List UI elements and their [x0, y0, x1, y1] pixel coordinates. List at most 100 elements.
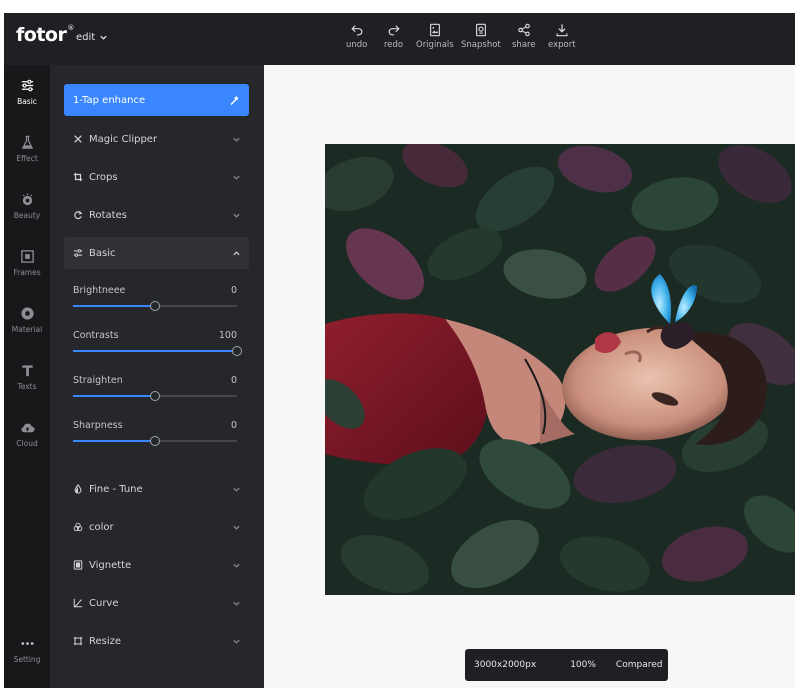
- rail-label-effect: Effect: [16, 154, 38, 163]
- slider-value: 0: [230, 420, 237, 431]
- section-color[interactable]: color: [64, 511, 249, 543]
- section-label: Resize: [89, 635, 122, 647]
- resize-icon: [73, 636, 83, 646]
- fotor-logo[interactable]: fotor®: [16, 24, 74, 46]
- section-label: Basic: [89, 247, 116, 259]
- section-fine-tune[interactable]: Fine - Tune: [64, 473, 249, 505]
- slider-track[interactable]: [73, 346, 242, 356]
- chevron-down-icon: [233, 175, 240, 180]
- material-icon: [20, 307, 34, 320]
- brightness-slider: Brightneee 0: [73, 285, 237, 313]
- vignette-icon: [73, 560, 83, 570]
- compare-button[interactable]: Compared: [616, 660, 663, 670]
- slider-knob[interactable]: [232, 346, 242, 356]
- chevron-down-icon: [233, 525, 240, 530]
- rail-item-setting[interactable]: Setting: [4, 636, 50, 664]
- sliders-icon: [21, 79, 33, 92]
- chevron-down-icon: [233, 137, 240, 142]
- chevron-down-icon: [233, 213, 240, 218]
- section-crops[interactable]: Crops: [64, 161, 249, 193]
- rail-label-frames: Frames: [13, 268, 41, 277]
- magic-wand-icon: [230, 95, 239, 106]
- rail-item-texts[interactable]: Texts: [4, 363, 50, 391]
- one-tap-enhance-button[interactable]: 1-Tap enhance: [64, 84, 249, 116]
- chevron-down-icon: [233, 639, 240, 644]
- rail-item-material[interactable]: Material: [4, 306, 50, 334]
- undo-button[interactable]: undo: [346, 23, 367, 50]
- slider-value: 0: [230, 285, 237, 296]
- rail-item-effect[interactable]: Effect: [4, 135, 50, 163]
- logo-registered-mark: ®: [67, 24, 74, 32]
- slider-track[interactable]: [73, 436, 237, 446]
- sharpness-slider: Sharpness 0: [73, 420, 237, 448]
- chevron-down-icon: [233, 487, 240, 492]
- redo-button[interactable]: redo: [384, 23, 403, 50]
- rail-item-cloud[interactable]: Cloud: [4, 420, 50, 448]
- section-curve[interactable]: Curve: [64, 587, 249, 619]
- originals-label: Originals: [416, 40, 454, 50]
- photo-woman-with-butterfly-in-leaves: [325, 144, 795, 595]
- redo-icon: [388, 25, 400, 36]
- curve-icon: [73, 598, 83, 608]
- section-label: Magic Clipper: [89, 133, 158, 145]
- slider-value: 100: [218, 330, 237, 341]
- rail-item-beauty[interactable]: Beauty: [4, 192, 50, 220]
- slider-value: 0: [230, 375, 237, 386]
- rail-item-basic[interactable]: Basic: [4, 78, 50, 106]
- originals-button[interactable]: Originals: [416, 23, 454, 50]
- crop-icon: [73, 172, 83, 182]
- export-icon: [556, 24, 568, 37]
- edit-menu-dropdown[interactable]: edit: [76, 32, 108, 43]
- top-bar: fotor® edit undo redo Originals Snapshot…: [4, 13, 795, 65]
- frame-icon: [20, 250, 34, 263]
- logo-text: fotor: [16, 24, 67, 46]
- rail-label-cloud: Cloud: [16, 439, 38, 448]
- slider-knob[interactable]: [150, 301, 160, 311]
- slider-fill: [73, 395, 155, 397]
- slider-track[interactable]: [73, 391, 237, 401]
- edited-photo[interactable]: [325, 144, 795, 595]
- section-magic-clipper[interactable]: Magic Clipper: [64, 123, 249, 155]
- section-vignette[interactable]: Vignette: [64, 549, 249, 581]
- share-icon: [517, 23, 530, 37]
- straighten-slider: Straighten 0: [73, 375, 237, 403]
- share-label: share: [512, 40, 536, 50]
- section-label: Crops: [89, 171, 118, 183]
- chevron-down-icon: [100, 35, 107, 40]
- section-label: Vignette: [89, 559, 132, 571]
- rail-label-beauty: Beauty: [13, 211, 41, 220]
- left-icon-rail: Basic Effect Beauty Frames Material Text…: [4, 65, 50, 688]
- slider-knob[interactable]: [150, 436, 160, 446]
- rail-label-setting: Setting: [13, 655, 41, 664]
- basic-settings-panel: 1-Tap enhance Magic Clipper Crops Rotate…: [50, 65, 264, 688]
- edit-menu-label: edit: [76, 32, 96, 43]
- zoom-level: 100%: [570, 660, 596, 670]
- slider-track[interactable]: [73, 301, 237, 311]
- section-label: Fine - Tune: [89, 483, 143, 495]
- export-label: export: [548, 40, 576, 50]
- slider-fill: [73, 305, 155, 307]
- slider-fill: [73, 440, 155, 442]
- originals-icon: [429, 23, 440, 37]
- slider-knob[interactable]: [150, 391, 160, 401]
- editor-window: fotor® edit undo redo Originals Snapshot…: [4, 13, 795, 688]
- snapshot-button[interactable]: Snapshot: [461, 23, 501, 50]
- redo-label: redo: [384, 40, 404, 50]
- section-resize[interactable]: Resize: [64, 625, 249, 657]
- slider-label: Contrasts: [73, 330, 119, 341]
- rail-label-material: Material: [11, 325, 43, 334]
- section-basic[interactable]: Basic: [64, 237, 249, 269]
- export-button[interactable]: export: [548, 23, 576, 50]
- slider-label: Brightneee: [73, 285, 126, 296]
- clipper-icon: [74, 135, 82, 143]
- editing-canvas: 3000x2000px 100% Compared: [264, 65, 795, 688]
- share-button[interactable]: share: [512, 23, 536, 50]
- rail-item-frames[interactable]: Frames: [4, 249, 50, 277]
- section-rotates[interactable]: Rotates: [64, 199, 249, 231]
- cloud-icon: [21, 423, 35, 433]
- slider-label: Straighten: [73, 375, 123, 386]
- snapshot-icon: [475, 23, 486, 37]
- contrast-slider: Contrasts 100: [73, 330, 242, 358]
- section-label: color: [89, 521, 114, 533]
- zoom-status-bar: 3000x2000px 100% Compared: [465, 649, 668, 681]
